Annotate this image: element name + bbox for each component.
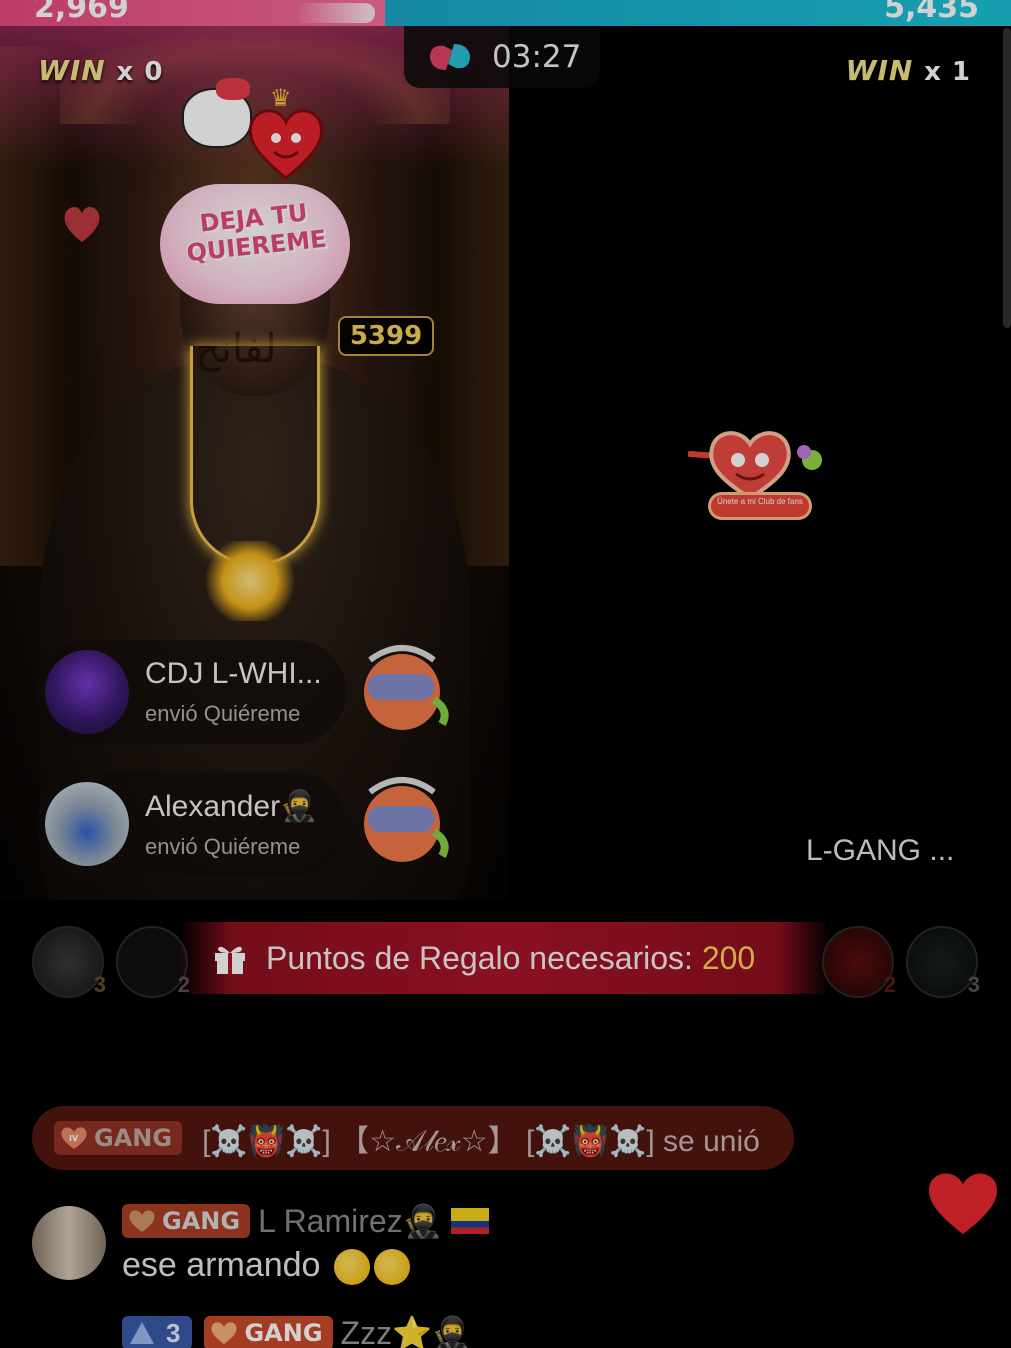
laughing-emoji-icon <box>373 1249 410 1286</box>
quiereme-gift-icon <box>364 777 449 862</box>
user-joined-banner: IV GANG [☠️👹☠️] 【☆𝒜𝓁𝑒𝓍☆】 [☠️👹☠️] se unió <box>32 1106 794 1170</box>
gold-chain <box>190 346 320 566</box>
chat-message-body: ese armando <box>122 1246 321 1284</box>
left-win-count: x 0 <box>116 57 164 87</box>
level-triangle-icon <box>130 1322 154 1344</box>
opponent-name[interactable]: L-GANG ... <box>806 834 954 868</box>
gift-sender-name: Alexander🥷 <box>145 789 318 823</box>
gift-sender-name: CDJ L-WHI... <box>145 657 322 690</box>
host-video-feed[interactable]: لفانح ♛ DEJA TU QUIEREME 5399 <box>0 26 509 900</box>
chat-username[interactable]: Zzz⭐🥷 <box>341 1314 472 1348</box>
gift-notification[interactable]: Alexander🥷 envió Quiéreme <box>36 772 346 876</box>
small-heart-icon <box>64 206 100 242</box>
avatar[interactable] <box>45 650 129 734</box>
gift-action-text: envió Quiéreme <box>145 833 301 859</box>
chat-message-text: ese armando <box>122 1246 410 1286</box>
fan-club-badge-label: GANG <box>244 1319 323 1347</box>
fan-club-badge[interactable]: GANG <box>122 1204 251 1238</box>
gift-notification[interactable]: CDJ L-WHI... envió Quiéreme <box>36 640 346 744</box>
chat-header: GANG L Ramirez🥷 <box>122 1202 489 1240</box>
ecuador-flag-icon <box>450 1208 489 1234</box>
joined-text: [☠️👹☠️] 【☆𝒜𝓁𝑒𝓍☆】 [☠️👹☠️] se unió <box>202 1125 760 1158</box>
user-level-badge: 3 <box>122 1316 193 1348</box>
quiereme-gift-icon <box>364 645 449 730</box>
fan-club-label[interactable]: Únete a mi Club de fans <box>708 492 812 520</box>
crowned-heart-icon <box>248 109 324 180</box>
gift-combo-counter: 5399 <box>338 316 434 356</box>
score-streak-effect <box>295 3 375 23</box>
chat-username[interactable]: L Ramirez🥷 <box>258 1202 442 1240</box>
badge-level: IV <box>69 1134 79 1143</box>
right-win-counter: WIN x 1 <box>846 54 971 87</box>
gold-pendant <box>205 541 295 621</box>
heart-icon[interactable] <box>926 1170 1000 1236</box>
timer-text: 03:27 <box>492 39 582 75</box>
fan-club-badge[interactable]: GANG <box>204 1316 333 1348</box>
fan-club-heart-icon: IV <box>61 1127 87 1149</box>
laughing-emoji-icon <box>333 1249 370 1286</box>
gift-points-label: Puntos de Regalo necesarios: <box>266 939 693 976</box>
left-win-counter: WIN x 0 <box>38 54 163 87</box>
top-supporter-avatar[interactable]: 3 <box>32 926 106 998</box>
fan-club-badge-label: GANG <box>94 1124 173 1152</box>
avatar[interactable] <box>32 1206 106 1280</box>
crown-icon: ♛ <box>270 85 292 112</box>
quiereme-sticker: ♛ DEJA TU QUIEREME <box>160 74 350 304</box>
supporter-rank: 2 <box>883 972 896 997</box>
left-win-label: WIN <box>38 54 106 87</box>
gift-points-banner[interactable]: Puntos de Regalo necesarios: 200 <box>180 922 830 994</box>
supporter-rank: 3 <box>93 972 106 997</box>
fan-club-badge-label: GANG <box>162 1207 241 1235</box>
chat-message[interactable]: GANG L Ramirez🥷 ese armando <box>32 1198 932 1298</box>
avatar[interactable] <box>45 782 129 866</box>
gift-action-text: envió Quiéreme <box>145 701 301 726</box>
top-supporter-avatar[interactable]: 2 <box>116 926 190 998</box>
right-win-count: x 1 <box>924 57 971 87</box>
gift-points-text: Puntos de Regalo necesarios: 200 <box>266 940 755 977</box>
left-score: 2,969 <box>34 0 129 25</box>
right-score: 5,435 <box>884 0 979 25</box>
top-supporter-avatar[interactable]: 2 <box>822 926 896 998</box>
battle-score-bar: 2,969 5,435 <box>0 0 1011 26</box>
battle-gloves-icon <box>430 44 470 70</box>
top-supporter-avatar[interactable]: 3 <box>906 926 980 998</box>
fan-club-badge[interactable]: IV GANG <box>54 1121 183 1155</box>
supporter-rank: 3 <box>967 972 980 997</box>
user-level: 3 <box>166 1317 181 1348</box>
battle-timer: 03:27 <box>404 26 600 88</box>
fan-club-heart-icon <box>211 1322 238 1344</box>
right-score-fill: 5,435 <box>385 0 1011 26</box>
gift-box-icon <box>215 946 245 974</box>
left-score-fill: 2,969 <box>0 0 385 26</box>
kitty-bow <box>216 78 250 100</box>
scrollbar[interactable] <box>1003 28 1011 328</box>
right-win-label: WIN <box>845 54 914 87</box>
fan-club-heart-icon <box>129 1210 155 1232</box>
gift-points-value: 200 <box>701 939 756 976</box>
chat-message[interactable]: 3 GANG Zzz⭐🥷 <box>122 1314 472 1348</box>
